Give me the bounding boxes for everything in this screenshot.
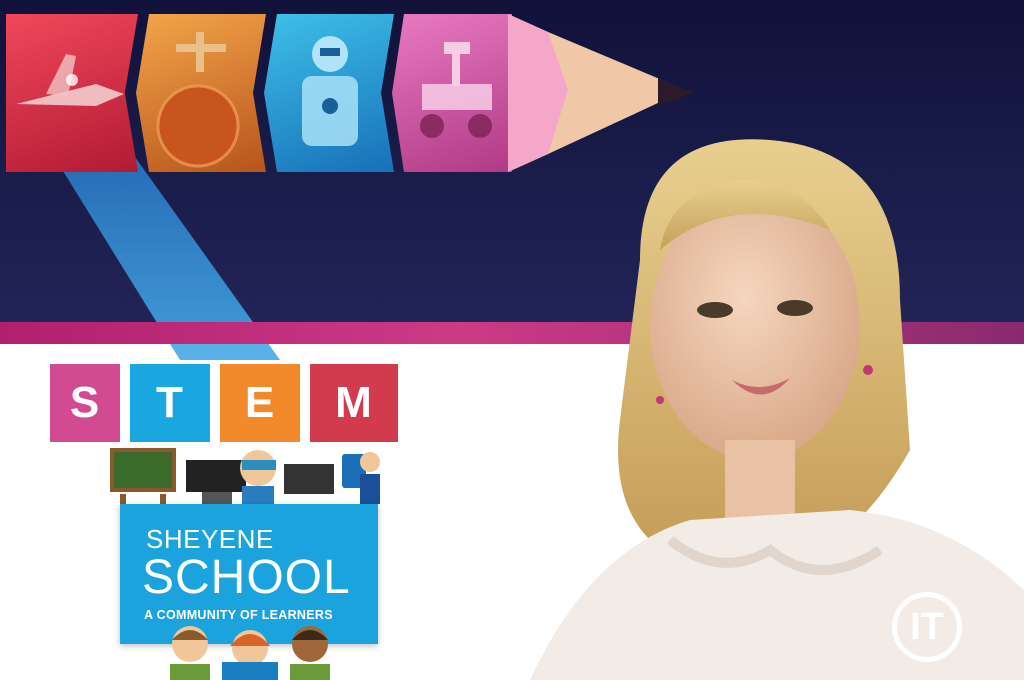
stem-letter-blocks: S T E M — [50, 364, 398, 442]
school-name-line2: SCHOOL — [142, 551, 351, 604]
aircraft-tile — [6, 14, 138, 172]
robot-astronaut-tile — [264, 14, 394, 172]
it-logo: IT — [892, 592, 962, 662]
reading-children-illustration — [170, 626, 330, 680]
stem-letter-s: S — [50, 364, 120, 442]
school-tagline: A COMMUNITY OF LEARNERS — [144, 608, 333, 622]
stem-letter-m: M — [310, 364, 398, 442]
stem-letter-e: E — [220, 364, 300, 442]
stem-letter-t: T — [130, 364, 210, 442]
space-station-earth-tile — [136, 14, 266, 172]
